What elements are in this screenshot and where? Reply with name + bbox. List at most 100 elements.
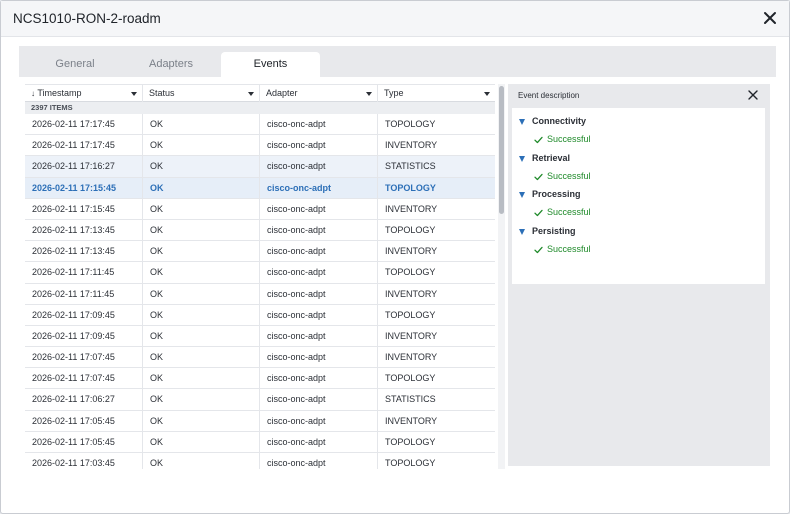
event-description-panel: Event description Connectivity Successful… <box>508 84 770 466</box>
dialog: NCS1010-RON-2-roadm General Adapters Eve… <box>0 0 790 514</box>
type-cell: TOPOLOGY <box>377 431 495 453</box>
close-icon[interactable] <box>748 90 758 100</box>
chevron-down-icon[interactable] <box>131 92 137 96</box>
dialog-title: NCS1010-RON-2-roadm <box>13 11 161 26</box>
table-row[interactable]: 2026-02-11 17:07:45 OK cisco-onc-adpt TOPOL… <box>25 368 495 390</box>
table-row[interactable]: 2026-02-11 17:13:45 OK cisco-onc-adpt TOPOL… <box>25 219 495 242</box>
event-status-item: Successful <box>534 244 654 256</box>
timestamp-cell: 2026-02-11 17:09:45 <box>32 330 115 341</box>
expand-triangle-icon[interactable] <box>519 192 525 198</box>
expand-triangle-icon[interactable] <box>519 119 525 125</box>
event-status-text: Successful <box>547 243 591 254</box>
table-row[interactable]: 2026-02-11 17:07:45 OK cisco-onc-adpt INVEN… <box>25 347 495 369</box>
table-body: 2026-02-11 17:17:45 OK cisco-onc-adpt TOPOL… <box>25 114 495 469</box>
timestamp-cell: 2026-02-11 17:07:45 <box>32 352 115 363</box>
event-status-text: Successful <box>547 134 591 144</box>
event-status-item: Successful <box>534 134 654 146</box>
expand-triangle-icon[interactable] <box>519 155 525 162</box>
event-status-item: Successful <box>534 171 654 183</box>
column-header-status[interactable]: Status <box>142 85 259 103</box>
status-cell: OK <box>142 241 259 263</box>
table-row[interactable]: 2026-02-11 17:09:45 OK cisco-onc-adpt TOPOL… <box>25 304 495 326</box>
checkmark-icon <box>534 136 543 144</box>
table-row[interactable]: 2026-02-11 17:03:45 OK cisco-onc-adpt TOPOL… <box>25 453 495 469</box>
tab-bar: General Adapters Events <box>19 46 776 77</box>
adapter-cell: cisco-onc-adpt <box>259 347 377 369</box>
chevron-down-icon[interactable] <box>484 92 490 96</box>
event-group-retrieval[interactable]: Retrieval Successful <box>519 153 759 185</box>
tab-adapters[interactable]: Adapters <box>121 52 221 77</box>
chevron-down-icon[interactable] <box>366 92 372 96</box>
adapter-cell: cisco-onc-adpt <box>259 304 377 326</box>
table-row[interactable]: 2026-02-11 17:17:45 OK cisco-onc-adpt INVEN… <box>25 135 495 157</box>
timestamp-cell: 2026-02-11 17:13:45 <box>32 246 115 257</box>
status-cell: OK <box>142 453 259 469</box>
adapter-cell: cisco-onc-adpt <box>259 135 377 157</box>
timestamp-cell: 2026-02-11 17:06:27 <box>32 394 115 405</box>
adapter-cell: cisco-onc-adpt <box>259 389 377 411</box>
tab-events[interactable]: Events <box>221 52 320 77</box>
event-group-name: Persisting <box>532 225 576 236</box>
table-header: ↓ Timestamp Status Adapter Type <box>25 84 495 103</box>
event-status-item: Successful <box>534 207 654 219</box>
tab-general[interactable]: General <box>19 52 131 77</box>
status-cell: OK <box>142 304 259 326</box>
status-cell: OK <box>142 389 259 411</box>
column-header-type[interactable]: Type <box>377 85 495 103</box>
type-cell: STATISTICS <box>377 156 495 178</box>
status-cell: OK <box>142 431 259 453</box>
scrollbar-thumb[interactable] <box>499 86 504 214</box>
table-row[interactable]: 2026-02-11 17:16:27 OK cisco-onc-adpt STATI… <box>25 156 495 178</box>
type-cell: TOPOLOGY <box>377 368 495 390</box>
table-row[interactable]: 2026-02-11 17:15:45 OK cisco-onc-adpt INVEN… <box>25 198 495 220</box>
table-row[interactable]: 2026-02-11 17:06:27 OK cisco-onc-adpt STATI… <box>25 389 495 411</box>
table-row[interactable]: 2026-02-11 17:11:45 OK cisco-onc-adpt INVEN… <box>25 283 495 305</box>
expand-triangle-icon[interactable] <box>519 228 525 235</box>
type-cell: INVENTORY <box>377 198 495 220</box>
timestamp-cell: 2026-02-11 17:17:45 <box>32 140 115 151</box>
timestamp-cell: 2026-02-11 17:09:45 <box>32 309 115 320</box>
adapter-cell: cisco-onc-adpt <box>259 368 377 390</box>
event-group-persisting[interactable]: Persisting Successful <box>519 226 759 258</box>
checkmark-icon <box>534 246 543 253</box>
event-group-processing[interactable]: Processing Successful <box>519 189 759 221</box>
event-status-text: Successful <box>547 170 591 181</box>
adapter-cell: cisco-onc-adpt <box>259 156 377 178</box>
status-cell: OK <box>142 283 259 305</box>
adapter-cell: cisco-onc-adpt <box>259 114 377 135</box>
chevron-down-icon[interactable] <box>248 92 254 96</box>
adapter-cell: cisco-onc-adpt <box>259 410 377 432</box>
table-row[interactable]: 2026-02-11 17:05:45 OK cisco-onc-adpt TOPOL… <box>25 431 495 453</box>
type-cell: INVENTORY <box>377 135 495 157</box>
table-row[interactable]: 2026-02-11 17:09:45 OK cisco-onc-adpt INVEN… <box>25 325 495 348</box>
timestamp-cell: 2026-02-11 17:05:45 <box>32 415 115 426</box>
event-group-name: Processing <box>532 189 581 199</box>
adapter-cell: cisco-onc-adpt <box>259 431 377 453</box>
type-cell: TOPOLOGY <box>377 304 495 326</box>
table-row[interactable]: 2026-02-11 17:11:45 OK cisco-onc-adpt TOPOL… <box>25 262 495 284</box>
table-row[interactable]: 2026-02-11 17:17:45 OK cisco-onc-adpt TOPOL… <box>25 114 495 136</box>
table-scrollbar[interactable] <box>498 84 505 469</box>
event-group-name: Connectivity <box>532 116 587 126</box>
event-group-connectivity[interactable]: Connectivity Successful <box>519 116 759 148</box>
adapter-cell: cisco-onc-adpt <box>259 241 377 263</box>
type-cell: TOPOLOGY <box>377 114 495 135</box>
event-description-body: Connectivity Successful Retrieval Successfu… <box>512 108 765 284</box>
dialog-titlebar: NCS1010-RON-2-roadm <box>1 1 789 37</box>
table-row[interactable]: 2026-02-11 17:13:45 OK cisco-onc-adpt INVEN… <box>25 241 495 263</box>
status-cell: OK <box>142 410 259 432</box>
status-cell: OK <box>142 114 259 135</box>
event-status-text: Successful <box>547 207 591 217</box>
table-row[interactable]: 2026-02-11 17:05:45 OK cisco-onc-adpt INVEN… <box>25 410 495 432</box>
close-icon[interactable] <box>763 11 777 25</box>
column-header-timestamp[interactable]: ↓ Timestamp <box>25 85 142 103</box>
timestamp-cell: 2026-02-11 17:05:45 <box>32 436 115 447</box>
table-row[interactable]: 2026-02-11 17:15:45 OK cisco-onc-adpt TOPOL… <box>25 177 495 199</box>
adapter-cell: cisco-onc-adpt <box>259 262 377 284</box>
type-cell: INVENTORY <box>377 241 495 263</box>
checkmark-icon <box>534 209 543 217</box>
status-cell: OK <box>142 135 259 157</box>
column-header-adapter[interactable]: Adapter <box>259 85 377 103</box>
type-cell: TOPOLOGY <box>377 262 495 284</box>
status-cell: OK <box>142 156 259 178</box>
